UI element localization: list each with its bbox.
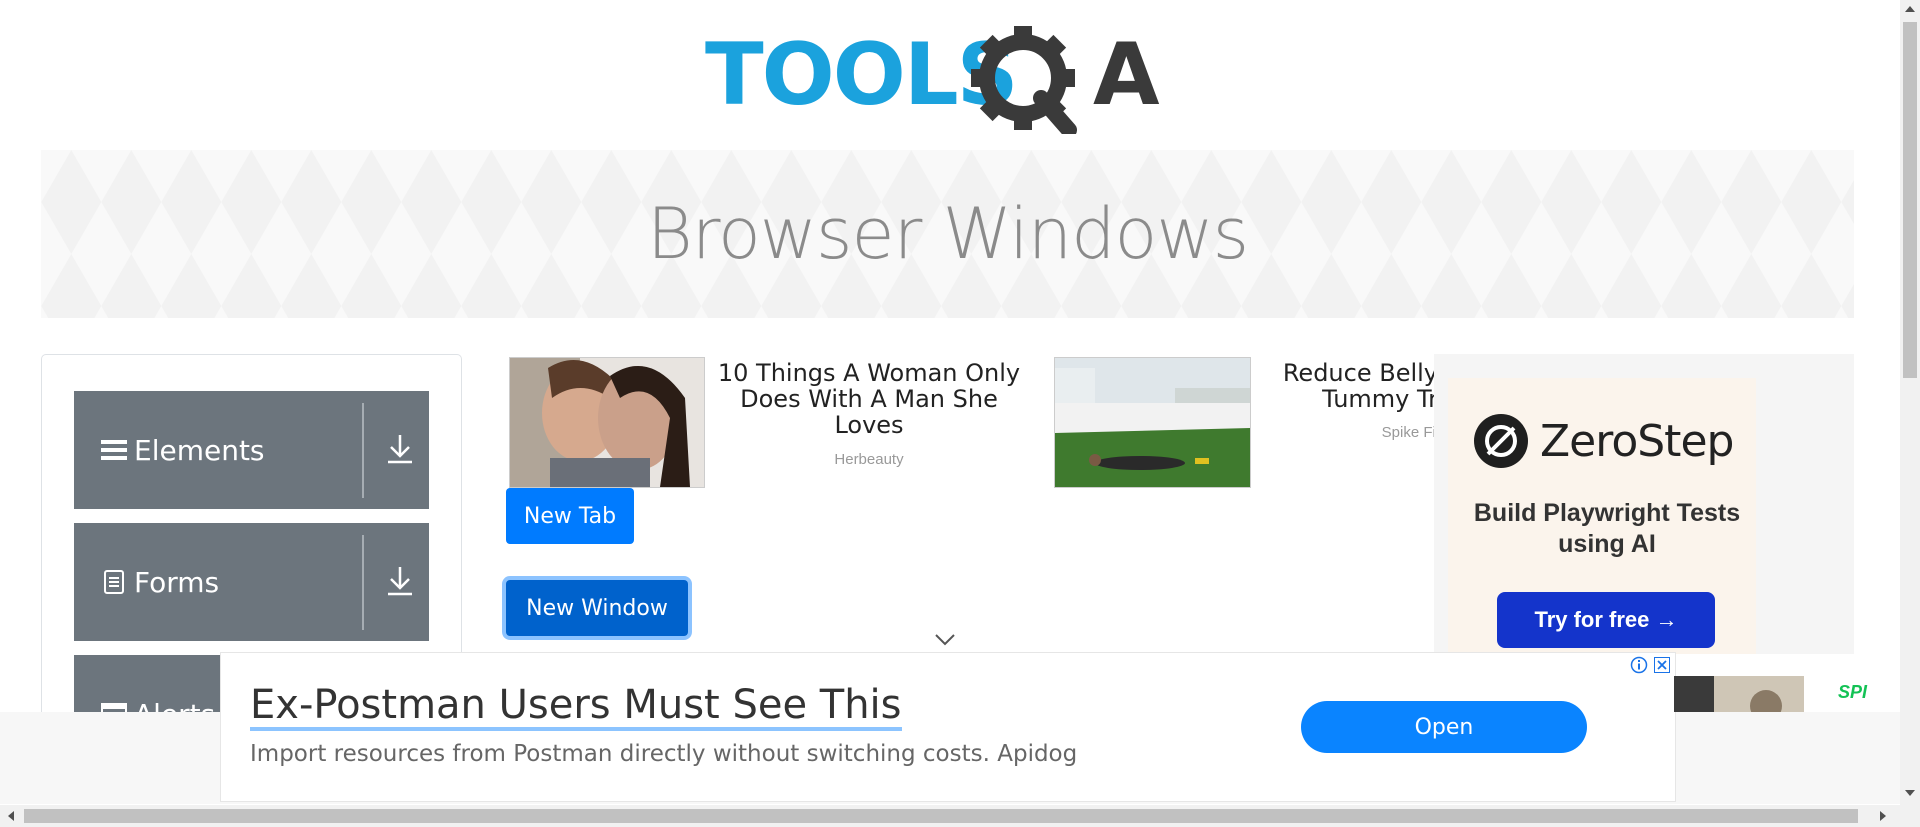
hamburger-icon (100, 438, 128, 462)
divider (362, 403, 364, 498)
open-button[interactable]: Open (1301, 701, 1587, 753)
zerostep-brand[interactable]: ZeroStep (1474, 414, 1734, 468)
divider (362, 535, 364, 630)
scroll-right-icon[interactable] (1880, 811, 1886, 821)
horizontal-scrollbar[interactable] (0, 805, 1920, 827)
side-ad-image[interactable] (1674, 676, 1848, 712)
gear-icon (971, 26, 1077, 134)
vertical-scroll-thumb[interactable] (1903, 22, 1917, 378)
scroll-up-icon[interactable] (1905, 6, 1915, 12)
bottom-ad-subtext: Import resources from Postman directly w… (250, 741, 1078, 767)
logo-text-tools: TOOLS (705, 25, 1017, 125)
sidebar-group-elements[interactable]: Elements (74, 391, 429, 509)
horizontal-scroll-thumb[interactable] (24, 809, 1858, 823)
logo-text-a: A (1093, 25, 1160, 125)
chevron-down-icon[interactable] (934, 633, 956, 647)
vertical-scrollbar[interactable] (1900, 0, 1920, 805)
zerostep-name: ZeroStep (1540, 415, 1734, 467)
new-tab-button[interactable]: New Tab (506, 488, 634, 544)
download-icon[interactable] (384, 431, 416, 467)
sidebar-group-label: Forms (134, 565, 220, 599)
bottom-ad-headline[interactable]: Ex-Postman Users Must See This (250, 683, 902, 731)
ad-title[interactable]: 10 Things A Woman Only Does With A Man S… (712, 360, 1026, 438)
page-banner: Browser Windows (41, 150, 1854, 318)
zerostep-logo-icon (1474, 414, 1528, 468)
sidebar-group-forms[interactable]: Forms (74, 523, 429, 641)
ad-image-exercise[interactable] (1054, 357, 1251, 488)
download-icon[interactable] (384, 563, 416, 599)
ad-source: Herbeauty (834, 451, 904, 468)
scroll-left-icon[interactable] (8, 811, 14, 821)
toolsqa-logo[interactable]: TOOLS A (705, 22, 1195, 134)
ad-image-couple[interactable] (509, 357, 705, 488)
zerostep-tagline: Build Playwright Tests using AI (1473, 499, 1741, 558)
try-for-free-button[interactable]: Try for free → (1497, 592, 1715, 648)
document-icon (100, 570, 128, 594)
ad-title[interactable]: Reduce Belly Tummy Tr (1270, 360, 1438, 414)
new-window-button[interactable]: New Window (506, 580, 688, 636)
ad-source: Spike Fit (1381, 424, 1440, 441)
sidebar-group-label: Elements (134, 433, 265, 467)
page-title: Browser Windows (646, 193, 1249, 275)
close-icon[interactable] (1654, 657, 1670, 673)
ad-choices[interactable] (1627, 654, 1673, 676)
scroll-down-icon[interactable] (1905, 790, 1915, 796)
side-ad-text: SPI (1838, 682, 1868, 702)
info-icon[interactable] (1630, 656, 1648, 674)
